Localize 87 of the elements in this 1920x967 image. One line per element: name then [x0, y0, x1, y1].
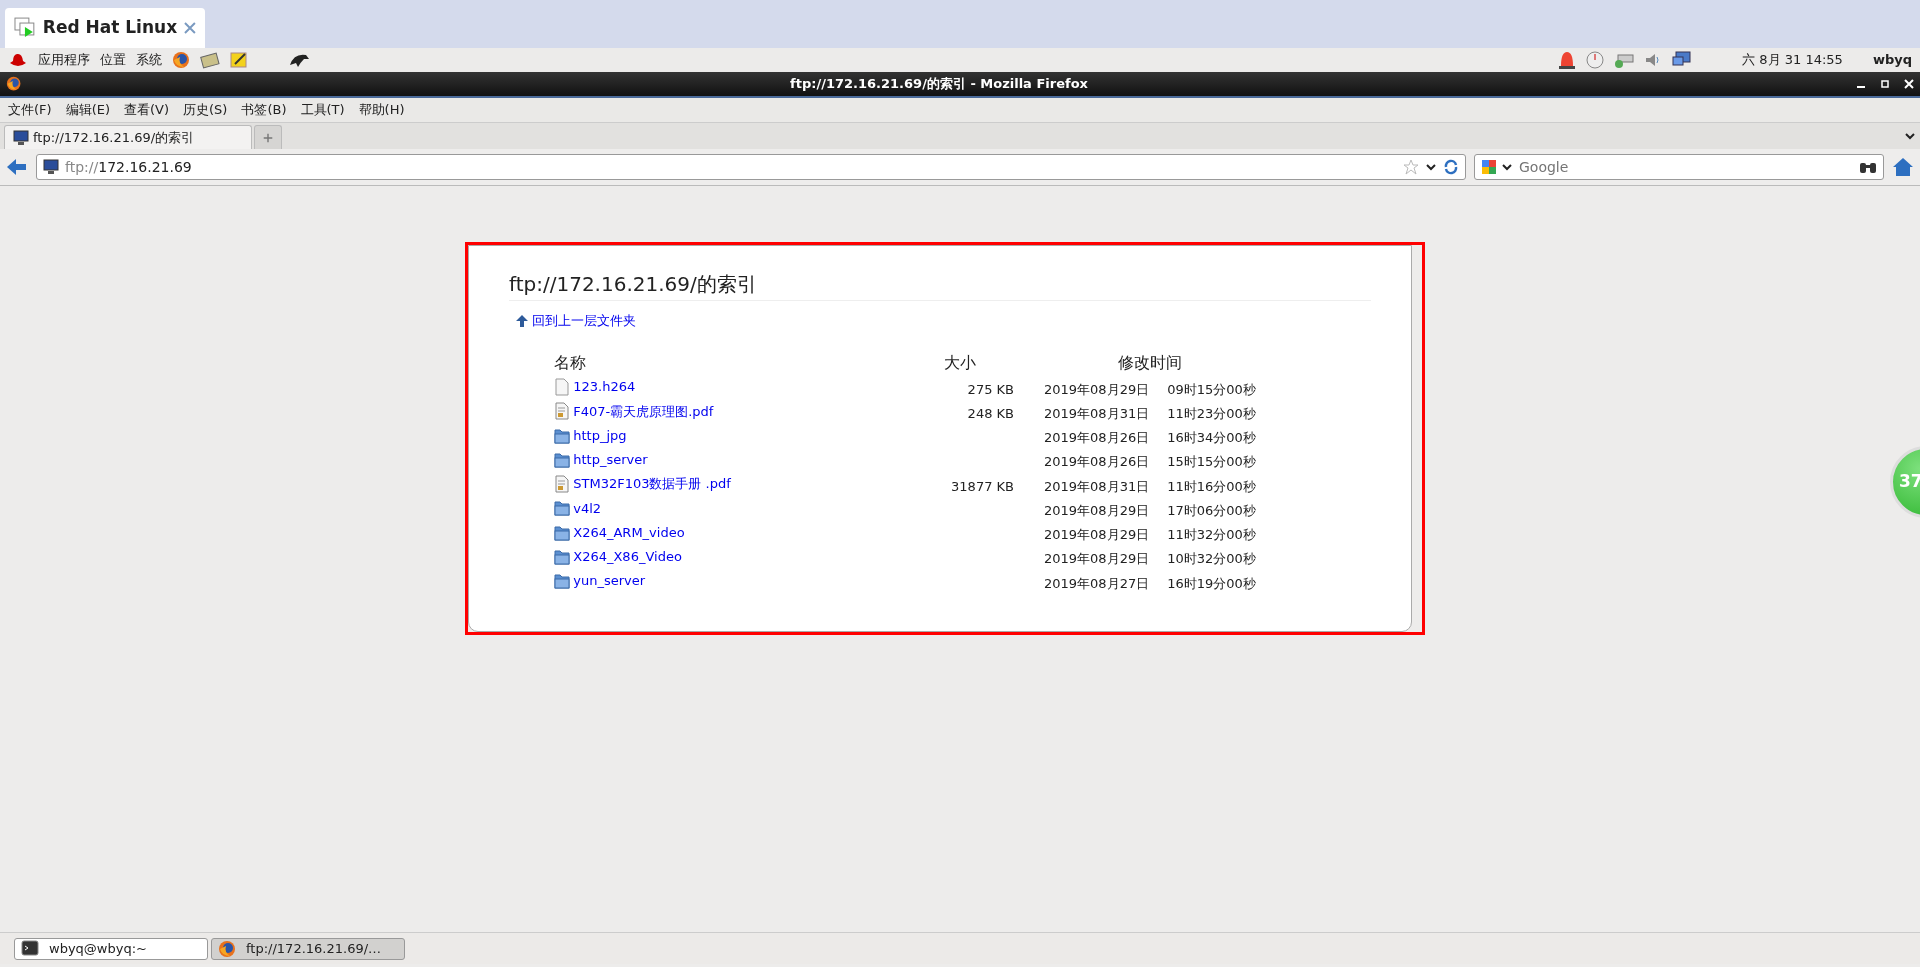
panel-menu[interactable]: 位置: [100, 50, 126, 70]
menu-item[interactable]: 编辑(E): [65, 100, 110, 120]
window-icon: [13, 16, 37, 40]
time-text: 10时32分00秒: [1167, 551, 1256, 567]
clock-text[interactable]: 六 8月 31 14:55: [1742, 50, 1843, 70]
time-text: 11时23分00秒: [1167, 405, 1256, 421]
document-icon: [554, 402, 570, 421]
menu-item[interactable]: 工具(T): [300, 100, 345, 120]
panel-menu[interactable]: 系统: [136, 50, 162, 70]
note-icon[interactable]: [230, 51, 248, 69]
time-text: 15时15分00秒: [1167, 454, 1256, 470]
address-text: ftp://172.16.21.69: [65, 157, 193, 177]
date-text: 2019年08月31日: [1044, 478, 1150, 494]
monitor-icon: [43, 159, 59, 175]
time-text: 17时06分00秒: [1167, 502, 1256, 518]
star-icon[interactable]: [1403, 159, 1419, 175]
folder-icon: [554, 450, 570, 469]
folder-icon: [554, 426, 570, 445]
parent-folder-link[interactable]: 回到上一层文件夹: [515, 311, 637, 331]
size-text: 275 KB: [967, 381, 1014, 397]
chevron-down-icon[interactable]: [1425, 161, 1437, 173]
file-icon: [554, 378, 570, 396]
home-icon[interactable]: [1892, 157, 1914, 177]
date-text: 2019年08月26日: [1044, 430, 1150, 446]
document-icon: [554, 475, 570, 493]
date-text: 2019年08月31日: [1044, 405, 1150, 421]
desktop-tab[interactable]: Red Hat Linux: [5, 8, 205, 48]
time-text: 11时16分00秒: [1167, 478, 1256, 494]
alert-icon[interactable]: [1558, 50, 1577, 70]
terminal-icon: [21, 939, 39, 958]
address-field[interactable]: ftp://172.16.21.69: [36, 154, 1466, 180]
browser-tab[interactable]: ftp://172.16.21.69/的索引: [4, 125, 252, 149]
time-text: 16时34分00秒: [1167, 430, 1256, 446]
maximize-icon[interactable]: [1880, 79, 1890, 89]
back-icon[interactable]: [6, 157, 28, 177]
window-title: ftp://172.16.21.69/的索引 - Mozilla Firefox: [789, 75, 1089, 94]
file-link[interactable]: STM32F103数据手册 .pdf: [554, 474, 731, 494]
browser-icon[interactable]: [172, 51, 190, 69]
folder-icon: [554, 547, 570, 566]
menu-item[interactable]: 文件(F): [8, 100, 52, 120]
menu-item[interactable]: 帮助(H): [358, 100, 405, 120]
taskbar-button[interactable]: wbyq@wbyq:~: [14, 937, 208, 960]
user-name[interactable]: wbyq: [1872, 50, 1912, 70]
tab-label: ftp://172.16.21.69/的索引: [33, 128, 195, 147]
menu-item[interactable]: 查看(V): [124, 100, 170, 120]
time-text: 16时19分00秒: [1167, 575, 1256, 591]
menu-item[interactable]: 历史(S): [183, 100, 228, 120]
file-link[interactable]: F407-霸天虎原理图.pdf: [554, 401, 714, 421]
folder-icon: [554, 499, 570, 518]
folder-icon: [554, 523, 570, 542]
chevron-down-icon[interactable]: [1904, 130, 1916, 142]
up-arrow-icon: [515, 313, 529, 328]
date-text: 2019年08月29日: [1044, 527, 1150, 543]
desktop-tab-label: Red Hat Linux: [42, 16, 178, 40]
file-link[interactable]: X264_X86_Video: [554, 547, 682, 567]
column-header: 大小: [944, 352, 977, 375]
file-link[interactable]: http_server: [554, 450, 648, 470]
monitor-icon: [13, 129, 29, 146]
file-link[interactable]: v4l2: [554, 498, 602, 518]
size-text: 248 KB: [967, 405, 1014, 421]
browser-icon: [218, 939, 236, 958]
file-link[interactable]: yun_server: [554, 571, 646, 591]
time-text: 11时32分00秒: [1167, 527, 1256, 543]
page-heading: ftp://172.16.21.69/的索引: [509, 272, 1371, 301]
menu-item[interactable]: 书签(B): [241, 100, 287, 120]
column-header: 名称: [554, 349, 944, 378]
reload-icon[interactable]: [1443, 159, 1459, 175]
date-text: 2019年08月29日: [1044, 381, 1150, 397]
gauge-icon[interactable]: [1586, 51, 1605, 69]
browser-icon: [6, 76, 22, 92]
file-link[interactable]: http_jpg: [554, 425, 627, 446]
time-text: 09时15分00秒: [1167, 381, 1256, 397]
engine-icon[interactable]: [1481, 159, 1497, 175]
size-text: 31877 KB: [951, 478, 1014, 494]
file-link[interactable]: X264_ARM_video: [554, 522, 685, 543]
date-text: 2019年08月27日: [1044, 575, 1150, 591]
folder-icon: [554, 572, 570, 590]
date-text: 2019年08月29日: [1044, 551, 1150, 567]
taskbar-button[interactable]: ftp://172.16.21.69/…: [211, 937, 405, 960]
panel-menu[interactable]: 应用程序: [38, 50, 90, 70]
monitor-icon[interactable]: [1672, 51, 1693, 69]
date-text: 2019年08月29日: [1044, 502, 1150, 518]
search-field[interactable]: Google: [1474, 154, 1884, 180]
file-link[interactable]: 123.h264: [554, 377, 636, 397]
date-text: 2019年08月26日: [1044, 454, 1150, 470]
column-header: 修改时间: [1116, 352, 1183, 375]
chevron-down-icon[interactable]: [1501, 161, 1513, 173]
